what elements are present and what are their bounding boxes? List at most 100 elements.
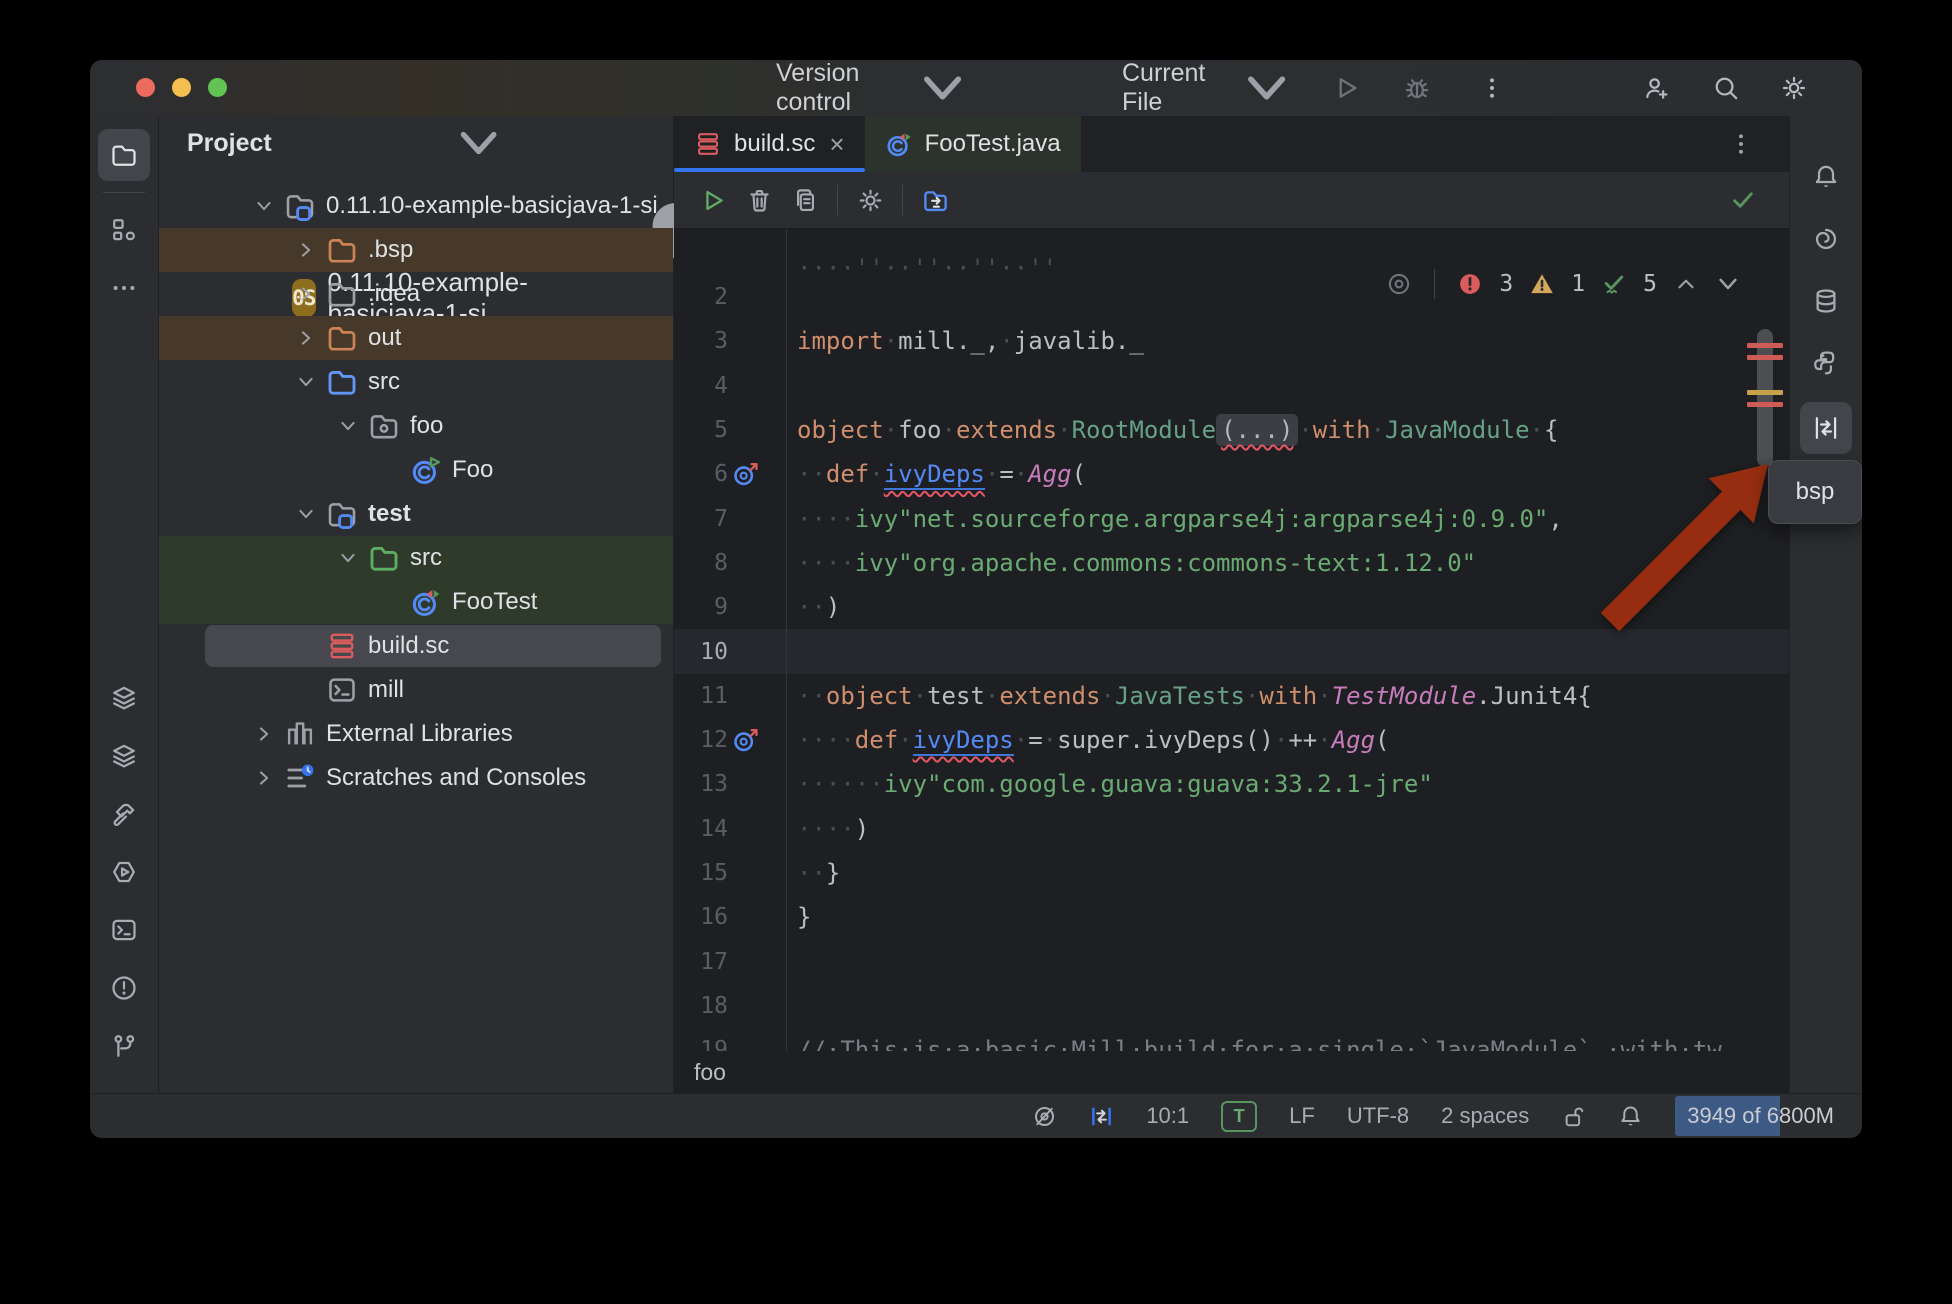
code-text[interactable]: ····def·ivyDeps·=·super.ivyDeps()·++·Agg… bbox=[787, 726, 1390, 754]
tree-chevron[interactable] bbox=[328, 548, 368, 568]
error-stripe-mark[interactable] bbox=[1747, 343, 1783, 348]
tree-chevron[interactable] bbox=[286, 328, 326, 348]
tree-item--bsp[interactable]: .bsp bbox=[159, 228, 673, 272]
tree-item-build-sc[interactable]: build.sc bbox=[159, 624, 673, 668]
debug-button[interactable] bbox=[1403, 74, 1431, 102]
status-memory-indicator[interactable]: 3949 of 6800M bbox=[1675, 1096, 1844, 1136]
rail-build-button[interactable] bbox=[98, 788, 150, 840]
settings-button[interactable] bbox=[847, 178, 893, 222]
code-editor[interactable]: ····''··''··''··''23import·mill._,·javal… bbox=[674, 229, 1789, 1051]
error-stripe-mark[interactable] bbox=[1747, 355, 1783, 360]
breadcrumb[interactable]: foo bbox=[674, 1051, 1789, 1093]
rail-bsp-button[interactable] bbox=[1800, 402, 1852, 454]
code-text[interactable]: ····ivy"org.apache.commons:commons-text:… bbox=[787, 549, 1476, 577]
editor-scrollbar-thumb[interactable] bbox=[1757, 329, 1773, 467]
tree-chevron[interactable] bbox=[286, 504, 326, 524]
tree-chevron[interactable] bbox=[244, 196, 284, 216]
close-window-button[interactable] bbox=[136, 78, 155, 97]
code-text[interactable]: ··) bbox=[787, 593, 840, 621]
rail-problems-button[interactable] bbox=[98, 962, 150, 1014]
rail-python-packages-button[interactable] bbox=[1800, 340, 1852, 386]
overrides-gutter-icon[interactable] bbox=[732, 726, 760, 754]
tree-chevron[interactable] bbox=[328, 416, 368, 436]
breadcrumb-item[interactable]: foo bbox=[694, 1059, 726, 1086]
code-text[interactable]: ··def·ivyDeps·=·Agg( bbox=[787, 460, 1086, 488]
tree-item-mill[interactable]: mill bbox=[159, 668, 673, 712]
warning-count[interactable]: 1 bbox=[1571, 271, 1585, 297]
tree-item-out[interactable]: out bbox=[159, 316, 673, 360]
rail-services-button[interactable] bbox=[98, 846, 150, 898]
rail-layers-top-button[interactable] bbox=[98, 672, 150, 724]
tree-chevron[interactable] bbox=[286, 372, 326, 392]
overrides-gutter-icon[interactable] bbox=[732, 460, 760, 488]
copy-button[interactable] bbox=[782, 178, 828, 222]
rail-notifications-button[interactable] bbox=[1800, 154, 1852, 200]
code-text[interactable]: ··} bbox=[787, 859, 840, 887]
tree-item-footest[interactable]: FooTest bbox=[159, 580, 673, 624]
delete-button[interactable] bbox=[736, 178, 782, 222]
run-button[interactable] bbox=[690, 178, 736, 222]
more-actions-button[interactable] bbox=[1478, 74, 1506, 102]
tab-options-button[interactable] bbox=[1727, 130, 1755, 158]
warning-stripe-mark[interactable] bbox=[1747, 390, 1783, 395]
rail-ai-assistant-button[interactable] bbox=[1800, 216, 1852, 262]
rail-project-button[interactable] bbox=[98, 129, 150, 181]
status-line-separator[interactable]: LF bbox=[1289, 1103, 1315, 1129]
vcs-widget[interactable]: Version control bbox=[776, 60, 1007, 116]
status-todo-widget[interactable]: T bbox=[1221, 1101, 1257, 1132]
tree-item-0-11-10-example-basicjava-1-si[interactable]: 0.11.10-example-basicjava-1-si bbox=[159, 184, 673, 228]
rail-terminal-button[interactable] bbox=[98, 904, 150, 956]
code-text[interactable]: } bbox=[787, 903, 811, 931]
passed-count[interactable]: 5 bbox=[1643, 271, 1657, 297]
rail-version-control-button[interactable] bbox=[98, 1020, 150, 1072]
next-problem-button[interactable] bbox=[1715, 271, 1741, 297]
code-text[interactable]: ····''··''··''··'' bbox=[787, 261, 1057, 275]
tree-chevron[interactable] bbox=[286, 284, 326, 304]
error-count[interactable]: 3 bbox=[1499, 271, 1513, 297]
close-tab-icon[interactable]: × bbox=[829, 131, 844, 157]
code-text[interactable]: ····ivy"net.sourceforge.argparse4j:argpa… bbox=[787, 505, 1563, 533]
code-text[interactable]: ······ivy"com.google.guava:guava:33.2.1-… bbox=[787, 770, 1433, 798]
tree-item-test[interactable]: test bbox=[159, 492, 673, 536]
status-bsp-sync-widget[interactable] bbox=[1089, 1104, 1114, 1129]
error-stripe-mark[interactable] bbox=[1747, 402, 1783, 407]
code-text[interactable]: ····) bbox=[787, 815, 869, 843]
code-text[interactable]: object·foo·extends·RootModule(...)·with·… bbox=[787, 416, 1558, 444]
status-reader-mode[interactable] bbox=[1032, 1104, 1057, 1129]
rail-more-tool-windows-button[interactable] bbox=[98, 262, 150, 314]
prev-problem-button[interactable] bbox=[1673, 271, 1699, 297]
tab-build-sc[interactable]: build.sc× bbox=[674, 116, 865, 172]
gutter: 5 bbox=[674, 408, 787, 452]
tree-chevron[interactable] bbox=[286, 240, 326, 260]
tree-item-foo[interactable]: foo bbox=[159, 404, 673, 448]
code-with-me-button[interactable] bbox=[1642, 74, 1670, 102]
status-indentation[interactable]: 2 spaces bbox=[1441, 1103, 1529, 1129]
tree-item--idea[interactable]: .idea bbox=[159, 272, 673, 316]
code-text[interactable]: //·This·is·a·basic·Mill·build·for·a·sing… bbox=[787, 1036, 1722, 1051]
load-changes-button[interactable] bbox=[912, 178, 958, 222]
status-notifications[interactable] bbox=[1618, 1104, 1643, 1129]
search-everywhere-button[interactable] bbox=[1712, 74, 1740, 102]
rail-structure-button[interactable] bbox=[98, 204, 150, 256]
tree-item-foo[interactable]: Foo bbox=[159, 448, 673, 492]
tab-footest-java[interactable]: FooTest.java bbox=[865, 116, 1081, 172]
tree-item-external-libraries[interactable]: External Libraries bbox=[159, 712, 673, 756]
status-caret-position[interactable]: 10:1 bbox=[1146, 1103, 1189, 1129]
highlighting-eye-icon[interactable] bbox=[1386, 271, 1412, 297]
run-button[interactable] bbox=[1333, 74, 1361, 102]
status-write-access[interactable] bbox=[1561, 1104, 1586, 1129]
run-configuration-widget[interactable]: Current File bbox=[1122, 60, 1319, 116]
zoom-window-button[interactable] bbox=[208, 78, 227, 97]
tree-item-src[interactable]: src bbox=[159, 360, 673, 404]
rail-layers-bottom-button[interactable] bbox=[98, 730, 150, 782]
tree-chevron[interactable] bbox=[244, 724, 284, 744]
status-file-encoding[interactable]: UTF-8 bbox=[1347, 1103, 1409, 1129]
code-text[interactable]: ··object·test·extends·JavaTests·with·Tes… bbox=[787, 682, 1592, 710]
rail-database-button[interactable] bbox=[1800, 278, 1852, 324]
tree-item-scratches-and-consoles[interactable]: Scratches and Consoles bbox=[159, 756, 673, 800]
tree-item-src[interactable]: src bbox=[159, 536, 673, 580]
minimize-window-button[interactable] bbox=[172, 78, 191, 97]
code-text[interactable]: import·mill._,·javalib._ bbox=[787, 327, 1144, 355]
settings-button[interactable] bbox=[1780, 74, 1808, 102]
tree-chevron[interactable] bbox=[244, 768, 284, 788]
